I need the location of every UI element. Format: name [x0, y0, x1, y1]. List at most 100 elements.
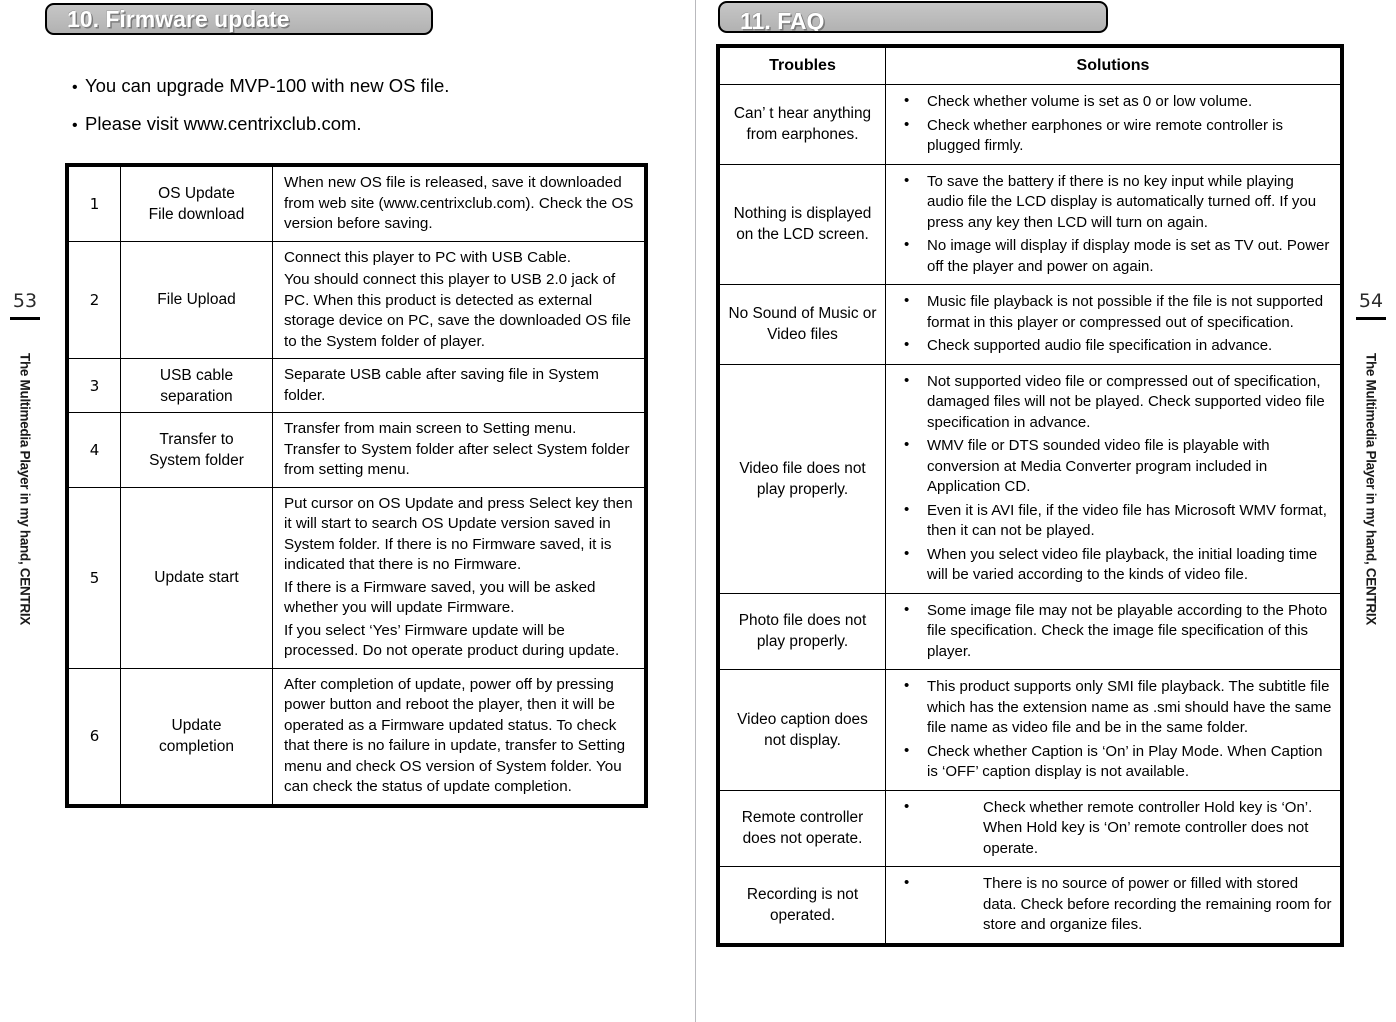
bullet-icon: •	[904, 797, 910, 815]
faq-trouble: Photo file does not play properly.	[719, 592, 886, 670]
row-description: Put cursor on OS Update and press Select…	[272, 486, 645, 669]
table-row: 6 Update completion After completion of upd…	[68, 667, 645, 805]
description-paragraph: Separate USB cable after saving file in …	[284, 366, 599, 404]
table-row: Remote controller does not operate. • Chec…	[719, 789, 1341, 867]
table-row: Photo file does not play properly. • Some …	[719, 592, 1341, 670]
list-item: • Check whether remote controller Hold ke…	[890, 798, 1332, 860]
table-row: 3 USB cable separation Separate USB cable a…	[68, 358, 645, 413]
row-number: 5	[68, 486, 121, 669]
faq-trouble: Recording is not operated.	[719, 866, 886, 944]
section-banner-faq: 11. FAQ	[718, 1, 1108, 33]
bullet-icon: •	[904, 115, 910, 133]
solution-text: Check whether remote controller Hold key…	[983, 798, 1313, 857]
solution-bullet-list: • Not supported video file or compressed …	[890, 372, 1332, 586]
section-title-firmware: 10. Firmware update	[67, 6, 290, 32]
row-step-name: OS Update File download	[120, 166, 273, 242]
faq-solution: • Music file playback is not possible if …	[885, 284, 1341, 365]
bullet-icon: •	[904, 600, 910, 618]
page-number-right: 54	[1358, 290, 1384, 312]
solution-bullet-list: • To save the battery if there is no key …	[890, 172, 1332, 278]
list-item: • Even it is AVI file, if the video file …	[890, 501, 1332, 542]
description-paragraph: After completion of update, power off by…	[284, 675, 626, 796]
solution-text: Some image file may not be playable acco…	[927, 601, 1328, 660]
intro-bullet-item: • You can upgrade MVP-100 with new OS fil…	[72, 75, 632, 99]
faq-solution: • Check whether volume is set as 0 or low…	[885, 84, 1341, 165]
bullet-icon: •	[72, 79, 78, 96]
page-split-divider	[695, 0, 696, 1022]
list-item: • No image will display if display mode i…	[890, 236, 1332, 277]
faq-solution: • To save the battery if there is no key …	[885, 163, 1341, 285]
faq-trouble: Video file does not play properly.	[719, 363, 886, 594]
faq-solution: • Some image file may not be playable acc…	[885, 592, 1341, 670]
solution-text: Not supported video file or compressed o…	[927, 372, 1325, 431]
description-paragraph: Put cursor on OS Update and press Select…	[284, 494, 633, 574]
bullet-icon: •	[904, 171, 910, 189]
faq-header-row: Troubles Solutions	[719, 47, 1341, 85]
solution-bullet-list: • There is no source of power or filled w…	[890, 874, 1332, 936]
list-item: • There is no source of power or filled w…	[890, 874, 1332, 936]
solution-text: Music file playback is not possible if t…	[927, 293, 1324, 331]
bullet-icon: •	[904, 371, 910, 389]
faq-solution: • This product supports only SMI file pla…	[885, 669, 1341, 791]
row-description: After completion of update, power off by…	[272, 667, 645, 805]
section-banner-firmware: 10. Firmware update	[45, 3, 433, 35]
table-row: 5 Update start Put cursor on OS Update and…	[68, 486, 645, 669]
description-paragraph: If there is a Firmware saved, you will b…	[284, 578, 596, 617]
solution-text: WMV file or DTS sounded video file is pl…	[927, 437, 1270, 495]
table-row: 1 OS Update File download When new OS file …	[68, 166, 645, 242]
bullet-icon: •	[904, 741, 910, 759]
solution-text: There is no source of power or filled wi…	[983, 875, 1332, 933]
bullet-icon: •	[72, 117, 78, 134]
solution-text: When you select video file playback, the…	[927, 545, 1318, 584]
faq-trouble: Can’ t hear anything from earphones.	[719, 84, 886, 165]
table-row: Video file does not play properly. • Not s…	[719, 363, 1341, 594]
solution-text: Check whether Caption is ‘On’ in Play Mo…	[927, 742, 1323, 781]
faq-trouble: No Sound of Music or Video files	[719, 284, 886, 365]
faq-header-solutions: Solutions	[885, 47, 1341, 85]
table-row: Video caption does not display. • This pro…	[719, 669, 1341, 791]
bullet-icon: •	[904, 236, 910, 253]
faq-trouble: Video caption does not display.	[719, 669, 886, 791]
right-page-margin: 54 The Multimedia Player in my hand, CEN…	[1348, 290, 1394, 654]
bullet-icon: •	[904, 92, 910, 109]
solution-text: Check supported audio file specification…	[927, 337, 1273, 354]
row-description: Transfer from main screen to Setting men…	[272, 412, 645, 488]
solution-text: Even it is AVI file, if the video file h…	[927, 501, 1327, 540]
margin-rule	[10, 317, 40, 320]
solution-text: This product supports only SMI file play…	[927, 678, 1332, 736]
row-number: 4	[68, 412, 121, 488]
bullet-icon: •	[904, 500, 910, 518]
list-item: • Check supported audio file specificatio…	[890, 336, 1332, 357]
description-paragraph: When new OS file is released, save it do…	[284, 174, 634, 232]
table-row: Recording is not operated. • There is no s…	[719, 866, 1341, 944]
bullet-icon: •	[904, 677, 910, 694]
intro-bullet-list: • You can upgrade MVP-100 with new OS fil…	[72, 75, 632, 151]
table-row: Can’ t hear anything from earphones. • Che…	[719, 84, 1341, 165]
list-item: • Check whether volume is set as 0 or low…	[890, 92, 1332, 113]
list-item: • WMV file or DTS sounded video file is p…	[890, 436, 1332, 498]
solution-bullet-list: • Check whether remote controller Hold ke…	[890, 798, 1332, 860]
solution-bullet-list: • Check whether volume is set as 0 or low…	[890, 92, 1332, 157]
list-item: • Not supported video file or compressed …	[890, 372, 1332, 434]
bullet-icon: •	[904, 874, 910, 891]
list-item: • Some image file may not be playable acc…	[890, 601, 1332, 663]
row-number: 1	[68, 166, 121, 242]
row-step-name: File Upload	[120, 240, 273, 359]
page-number-left: 53	[12, 290, 38, 312]
left-page-margin: 53 The Multimedia Player in my hand, CEN…	[2, 290, 48, 654]
bullet-icon: •	[904, 436, 910, 453]
faq-trouble: Remote controller does not operate.	[719, 789, 886, 867]
section-title-faq: 11. FAQ	[740, 8, 825, 33]
solution-bullet-list: • Music file playback is not possible if …	[890, 292, 1332, 357]
row-number: 6	[68, 667, 121, 805]
description-paragraph: Transfer from main screen to Setting men…	[284, 420, 630, 478]
faq-header-troubles: Troubles	[719, 47, 886, 85]
list-item: • Check whether Caption is ‘On’ in Play M…	[890, 742, 1332, 783]
row-description: When new OS file is released, save it do…	[272, 166, 645, 242]
row-step-name: Transfer to System folder	[120, 412, 273, 488]
row-step-name: Update start	[120, 486, 273, 669]
table-row: No Sound of Music or Video files • Music f…	[719, 284, 1341, 365]
faq-solution: • Not supported video file or compressed …	[885, 363, 1341, 594]
solution-text: Check whether earphones or wire remote c…	[927, 116, 1283, 155]
description-paragraph: You should connect this player to USB 2.…	[284, 271, 631, 350]
